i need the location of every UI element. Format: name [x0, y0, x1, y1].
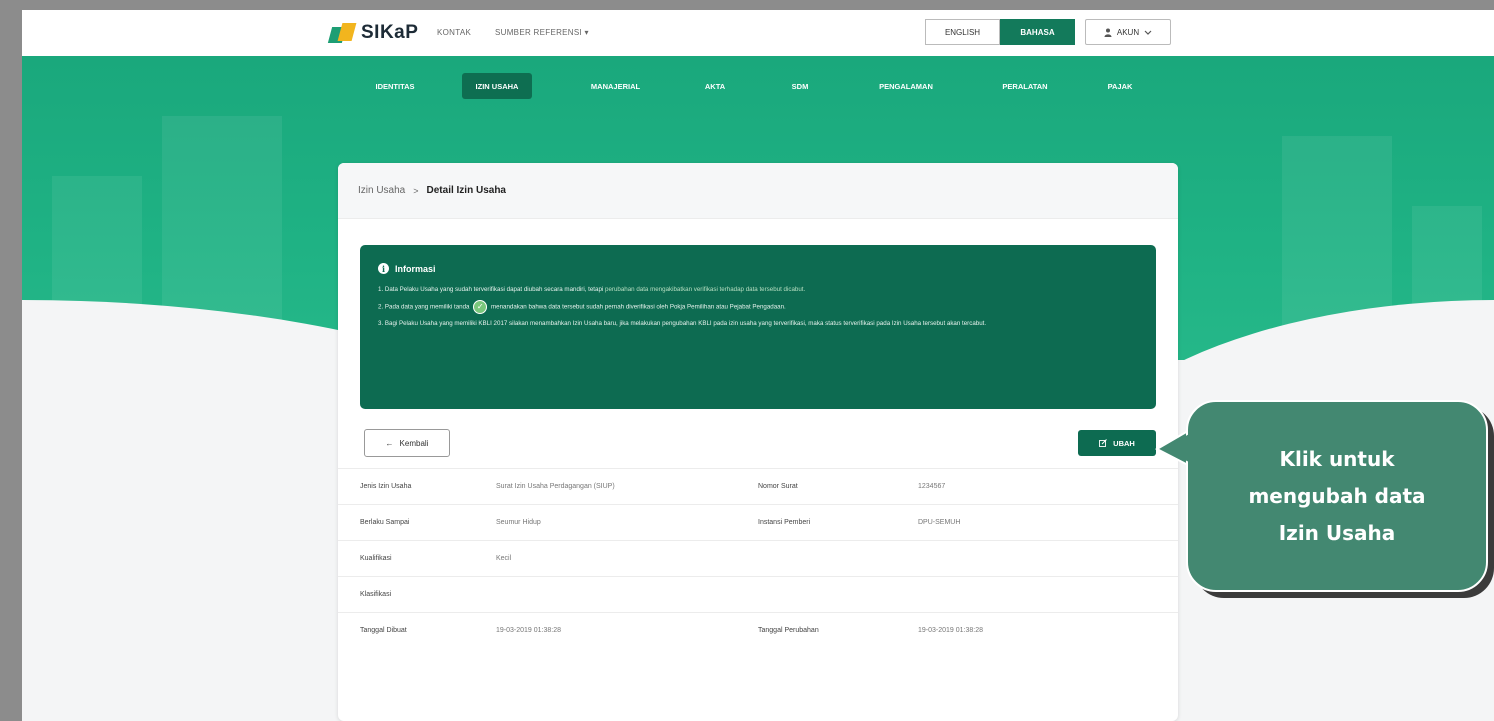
back-button-label: Kembali: [399, 438, 429, 448]
screenshot-frame: SIKaP KONTAK SUMBER REFERENSI ▾ ENGLISH …: [0, 0, 1494, 721]
information-panel: i Informasi 1. Data Pelaku Usaha yang su…: [360, 245, 1156, 409]
tab-pajak[interactable]: PAJAK: [1100, 73, 1140, 99]
nav-link-sumber-referensi[interactable]: SUMBER REFERENSI ▾: [495, 28, 589, 37]
table-row: Klasifikasi: [338, 576, 1178, 612]
tab-izin-usaha[interactable]: IZIN USAHA: [462, 73, 532, 99]
account-label: AKUN: [1116, 27, 1140, 37]
breadcrumb-current: Detail Izin Usaha: [426, 185, 506, 196]
language-bahasa-button[interactable]: BAHASA: [1000, 19, 1075, 45]
callout-line-1: Klik untuk: [1279, 447, 1395, 471]
breadcrumb-root[interactable]: Izin Usaha: [358, 185, 405, 196]
row-value: Surat Izin Usaha Perdagangan (SIUP): [496, 483, 615, 490]
user-icon: [1104, 28, 1112, 37]
tab-pengalaman[interactable]: PENGALAMAN: [866, 73, 946, 99]
edit-button-label: UBAH: [1113, 438, 1135, 448]
row-value: Seumur Hidup: [496, 519, 541, 526]
information-item-2: 2. Pada data yang memiliki tanda ✓ menan…: [378, 300, 1138, 314]
breadcrumb-separator: >: [413, 185, 419, 196]
row-label: Klasifikasi: [360, 591, 392, 598]
table-row: Tanggal Dibuat 19-03-2019 01:38:28 Tangg…: [338, 612, 1178, 648]
tab-akta[interactable]: AKTA: [700, 73, 730, 99]
row-label: Tanggal Dibuat: [360, 627, 407, 634]
tab-manajerial[interactable]: MANAJERIAL: [578, 73, 653, 99]
logo-text: SIKaP: [361, 22, 419, 43]
verified-check-icon: ✓: [473, 300, 488, 314]
row-value: DPU-SEMUH: [918, 519, 961, 526]
tab-peralatan[interactable]: PERALATAN: [990, 73, 1060, 99]
information-item-3: 3. Bagi Pelaku Usaha yang memiliki KBLI …: [378, 320, 987, 327]
row-label: Berlaku Sampai: [360, 519, 410, 526]
instruction-callout: Klik untuk mengubah data Izin Usaha: [1155, 398, 1494, 598]
row-label: Instansi Pemberi: [758, 519, 811, 526]
logo-icon: [327, 23, 357, 43]
row-value: 19-03-2019 01:38:28: [496, 627, 561, 634]
callout-line-2: mengubah data: [1248, 484, 1426, 508]
information-item-2-prefix: 2. Pada data yang memiliki tanda: [378, 303, 470, 311]
tab-sdm[interactable]: SDM: [785, 73, 815, 99]
row-label: Nomor Surat: [758, 483, 798, 490]
row-label: Kualifikasi: [360, 555, 392, 562]
table-row: Berlaku Sampai Seumur Hidup Instansi Pem…: [338, 504, 1178, 540]
information-item-1-link: perubahan data mengakibatkan verifikasi …: [605, 286, 806, 293]
row-label: Jenis Izin Usaha: [360, 483, 412, 490]
information-title-text: Informasi: [395, 263, 436, 274]
information-item-1: 1. Data Pelaku Usaha yang sudah terverif…: [378, 284, 1138, 296]
edit-icon: [1099, 439, 1108, 447]
detail-card: Izin Usaha > Detail Izin Usaha i Informa…: [338, 163, 1178, 721]
callout-text: Klik untuk mengubah data Izin Usaha: [1186, 400, 1488, 592]
information-item-2-suffix: menandakan bahwa data tersebut sudah per…: [490, 303, 786, 311]
information-item-1-text: 1. Data Pelaku Usaha yang sudah terverif…: [378, 286, 606, 293]
nav-link-kontak[interactable]: KONTAK: [437, 28, 471, 37]
info-icon: i: [378, 263, 389, 274]
table-row: Jenis Izin Usaha Surat Izin Usaha Perdag…: [338, 468, 1178, 504]
top-navbar: [22, 10, 1494, 56]
back-button[interactable]: ← Kembali: [364, 429, 450, 457]
row-value: 1234567: [918, 483, 946, 490]
detail-table: Jenis Izin Usaha Surat Izin Usaha Perdag…: [338, 468, 1178, 648]
language-english-button[interactable]: ENGLISH: [925, 19, 1000, 45]
row-label: Tanggal Perubahan: [758, 627, 819, 634]
sikap-logo[interactable]: SIKaP: [327, 22, 419, 44]
account-menu-button[interactable]: AKUN: [1085, 19, 1171, 45]
arrow-left-icon: ←: [385, 438, 394, 448]
chevron-down-icon: [1144, 30, 1152, 35]
breadcrumb: Izin Usaha > Detail Izin Usaha: [338, 163, 1178, 219]
row-value: 19-03-2019 01:38:28: [918, 627, 983, 634]
tab-identitas[interactable]: IDENTITAS: [370, 73, 420, 99]
callout-line-3: Izin Usaha: [1278, 521, 1396, 545]
row-value: Kecil: [496, 555, 512, 562]
edit-button[interactable]: UBAH: [1078, 430, 1156, 456]
information-title: i Informasi: [378, 263, 1138, 274]
table-row: Kualifikasi Kecil: [338, 540, 1178, 576]
